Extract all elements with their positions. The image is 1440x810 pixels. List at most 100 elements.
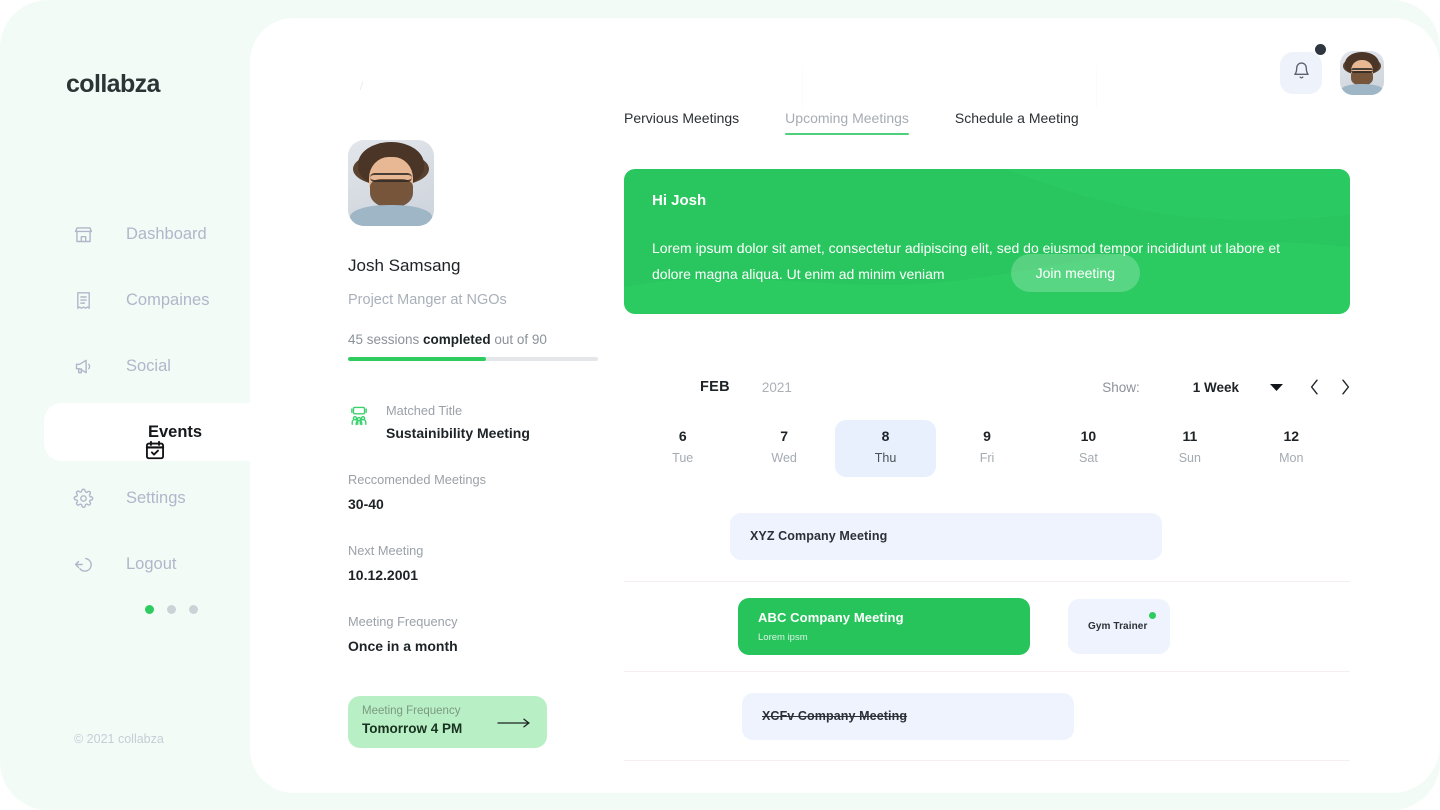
tab-upcoming-meetings[interactable]: Upcoming Meetings — [785, 110, 909, 135]
profile-role: Project Manger at NGOs — [348, 292, 507, 308]
day-number: 7 — [780, 428, 789, 444]
day-name: Mon — [1279, 451, 1304, 465]
day-number: 11 — [1182, 428, 1198, 444]
tab-schedule-a-meeting[interactable]: Schedule a Meeting — [955, 110, 1079, 135]
tab-pervious-meetings[interactable]: Pervious Meetings — [624, 110, 739, 135]
banner-greeting: Hi Josh — [652, 192, 707, 209]
sessions-bold: completed — [423, 332, 491, 347]
topbar-divider-1 — [802, 66, 803, 108]
event-gym-trainer[interactable]: Gym Trainer — [1068, 599, 1170, 654]
topbar-tick-mark — [353, 81, 364, 90]
carousel-dots — [145, 605, 198, 614]
calendar-row-1: XYZ Company Meeting — [624, 491, 1350, 581]
day-name: Sat — [1079, 451, 1098, 465]
sidebar-item-events[interactable]: Events — [0, 403, 292, 461]
sidebar-item-dashboard[interactable]: Dashboard — [0, 205, 252, 263]
event-xyz-company-meeting[interactable]: XYZ Company Meeting — [730, 512, 1162, 560]
carousel-dot-3[interactable] — [189, 605, 198, 614]
field-label: Next Meeting — [348, 543, 424, 558]
app-root: collabza Dashboard Compaines Social Even… — [0, 0, 1440, 810]
avatar[interactable] — [1340, 51, 1384, 95]
sidebar-item-logout[interactable]: Logout — [0, 535, 252, 593]
day-number: 9 — [983, 428, 991, 444]
calendar-day-7[interactable]: 7 Wed — [733, 420, 834, 477]
field-value: 10.12.2001 — [348, 567, 419, 583]
day-name: Sun — [1178, 451, 1201, 465]
notifications-button[interactable] — [1280, 52, 1322, 94]
calendar-day-8-selected[interactable]: 8 Thu — [834, 420, 937, 477]
event-title: XYZ Company Meeting — [750, 529, 888, 543]
arrow-right-icon[interactable] — [497, 716, 531, 728]
event-title: Gym Trainer — [1088, 621, 1148, 632]
greeting-banner: Hi Josh Lorem ipsum dolor sit amet, cons… — [624, 169, 1350, 314]
sidebar-item-label: Social — [126, 356, 171, 375]
topbar-divider-2 — [1096, 66, 1097, 108]
field-value: Once in a month — [348, 638, 458, 654]
calendar-day-12[interactable]: 12 Mon — [1241, 420, 1342, 477]
event-title: ABC Company Meeting — [758, 610, 904, 625]
event-subtitle: Lorem ipsm — [758, 632, 808, 643]
event-status-dot — [1149, 612, 1156, 619]
calendar-event-rows: XYZ Company Meeting ABC Company Meeting … — [624, 491, 1350, 761]
sidebar-item-label: Events — [148, 422, 203, 441]
chevron-down-icon[interactable] — [1269, 383, 1284, 392]
event-xcfv-company-meeting[interactable]: XCFv Company Meeting — [742, 692, 1074, 740]
carousel-dot-2[interactable] — [167, 605, 176, 614]
carousel-dot-1[interactable] — [145, 605, 154, 614]
calendar-check-icon — [144, 439, 166, 461]
sidebar-item-label: Settings — [126, 488, 186, 507]
profile-face — [348, 140, 434, 226]
day-name: Thu — [874, 451, 897, 465]
day-name: Fri — [979, 451, 995, 465]
event-abc-company-meeting[interactable]: ABC Company Meeting Lorem ipsm — [738, 598, 1030, 655]
next-meeting-card[interactable]: Meeting Frequency Tomorrow 4 PM — [348, 696, 547, 748]
calendar-day-6[interactable]: 6 Tue — [632, 420, 733, 477]
sidebar-item-social[interactable]: Social — [0, 337, 252, 395]
calendar-month: FEB — [700, 379, 730, 395]
sidebar-item-settings[interactable]: Settings — [0, 469, 252, 527]
meetings-tabs: Pervious Meetings Upcoming Meetings Sche… — [624, 110, 1364, 135]
day-name: Tue — [672, 451, 694, 465]
notification-badge — [1315, 44, 1326, 55]
sessions-prefix: 45 sessions — [348, 332, 424, 347]
field-reccomended-meetings: Reccomended Meetings 30-40 — [348, 472, 608, 512]
field-value: 30-40 — [348, 496, 384, 512]
calendar-range-value[interactable]: 1 Week — [1193, 380, 1239, 395]
day-number: 12 — [1283, 428, 1300, 444]
bell-icon — [1292, 61, 1311, 85]
chevron-right-icon[interactable] — [1341, 379, 1350, 395]
avatar-face — [1340, 51, 1384, 95]
profile-detail-panel: Josh Samsang Project Manger at NGOs 45 s… — [348, 140, 608, 748]
calendar-day-9[interactable]: 9 Fri — [936, 420, 1037, 477]
day-number: 6 — [678, 428, 687, 444]
event-title: XCFv Company Meeting — [762, 709, 908, 723]
join-meeting-button[interactable]: Join meeting — [1010, 254, 1140, 292]
sidebar-item-label: Dashboard — [126, 224, 207, 243]
chevron-left-icon[interactable] — [1310, 379, 1319, 395]
matched-title-value: Sustainibility Meeting — [386, 425, 530, 441]
sessions-suffix: out of 90 — [490, 332, 547, 347]
sidebar-item-label: Logout — [126, 554, 177, 573]
calendar-controls: Show: 1 Week — [1102, 379, 1350, 395]
calendar-row-2: ABC Company Meeting Lorem ipsm Gym Train… — [624, 581, 1350, 671]
day-number: 8 — [881, 428, 890, 444]
field-label: Meeting Frequency — [348, 614, 458, 629]
sessions-progress-fill — [348, 357, 486, 361]
calendar-day-10[interactable]: 10 Sat — [1038, 420, 1139, 477]
sidebar-item-compaines[interactable]: Compaines — [0, 271, 252, 329]
store-icon — [72, 223, 94, 245]
calendar-row-3: XCFv Company Meeting — [624, 671, 1350, 761]
calendar-day-strip: 6 Tue 7 Wed 8 Thu 9 Fri 10 Sat 11 Sun 12… — [624, 420, 1350, 477]
day-number: 10 — [1080, 428, 1097, 444]
matched-title-label: Matched Title — [386, 403, 463, 418]
calendar-show-label: Show: — [1102, 379, 1140, 395]
meeting-people-icon — [348, 405, 370, 427]
footer-copyright: © 2021 collabza — [74, 732, 164, 746]
day-name: Wed — [771, 451, 797, 465]
sidebar-nav: Dashboard Compaines Social Events Settin… — [0, 205, 292, 601]
topbar — [250, 18, 1440, 110]
field-meeting-frequency: Meeting Frequency Once in a month — [348, 614, 608, 654]
calendar-day-11[interactable]: 11 Sun — [1139, 420, 1240, 477]
field-label: Reccomended Meetings — [348, 472, 486, 487]
gear-icon — [72, 487, 94, 509]
